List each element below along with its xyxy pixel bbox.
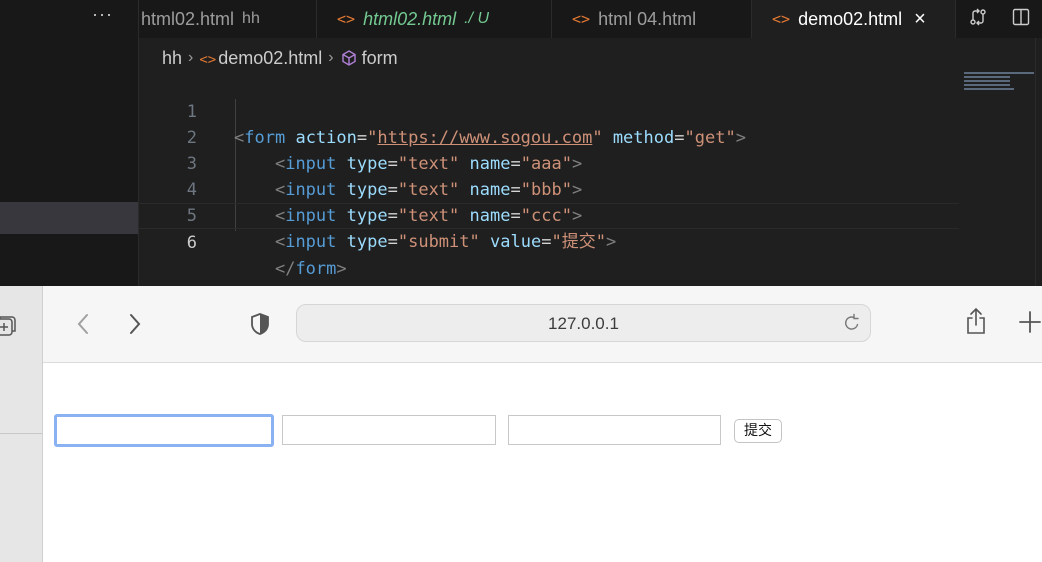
overview-ruler[interactable] [1035,38,1042,286]
code-line-current: 6 </form> [139,203,959,279]
html-file-icon: <> [772,10,791,28]
breadcrumb-file[interactable]: <> demo02.html [199,48,322,69]
code-line: 1 <form action="https://www.sogou.com" m… [139,73,959,148]
submit-button[interactable]: 提交 [734,419,782,443]
minimap[interactable] [964,72,1034,92]
editor-tab-bar: html02.html hh <> html02.html ./ U <> ht… [139,0,1042,38]
reload-icon[interactable] [842,313,862,338]
explorer-panel: ··· [0,0,139,286]
code-line: 4 <input type="text" name="ccc"> [139,151,959,226]
address-bar[interactable]: 127.0.0.1 [296,304,871,342]
code-area[interactable]: 1 <form action="https://www.sogou.com" m… [139,73,959,279]
tab-label: html02.html [363,8,457,29]
html-file-icon: <> [337,10,356,28]
code-line: 5 <input type="submit" value="提交"> [139,177,959,252]
tab-description: hh [242,10,260,27]
browser-sidebar [0,286,43,562]
html-file-icon: <> [199,51,217,68]
breadcrumb-separator-icon: › [188,49,194,66]
source-control-diff-icon[interactable] [968,7,988,32]
breadcrumb-folder[interactable]: hh [162,48,182,69]
code-line: 2 <input type="text" name="aaa"> [139,99,959,174]
new-tab-icon[interactable] [1018,310,1042,339]
tab-label: html 04.html [598,8,697,29]
share-icon[interactable] [964,306,988,341]
browser-window: 127.0.0.1 提交 [0,286,1042,562]
breadcrumb: hh › <> demo02.html › form [162,44,398,72]
tab-html02-modified[interactable]: <> html02.html ./ U [317,0,552,38]
bbb-input[interactable] [282,415,496,445]
code-line: 3 <input type="text" name="bbb"> [139,125,959,200]
tab-demo02-active[interactable]: <> demo02.html × [752,0,956,38]
code-editor-window: ··· html02.html hh <> html02.html ./ U <… [0,0,1042,286]
privacy-shield-icon[interactable] [249,312,271,341]
ccc-input[interactable] [508,415,721,445]
tab-description: ./ U [464,10,489,27]
tab-html02-hh[interactable]: html02.html hh [139,0,317,38]
tab-label: html02.html [141,8,235,29]
explorer-selected-row[interactable] [0,202,138,234]
code-text: <input type="submit" value="提交"> [274,232,617,252]
forward-button[interactable] [127,312,143,341]
browser-toolbar: 127.0.0.1 [43,286,1042,363]
tab-html04[interactable]: <> html 04.html [552,0,752,38]
close-tab-icon[interactable]: × [914,8,926,31]
breadcrumb-separator-icon: › [328,49,334,66]
back-button[interactable] [75,312,91,341]
tab-actions [956,0,1042,38]
line-number: 6 [186,233,197,253]
aaa-input[interactable] [54,414,274,447]
code-text: </form> [274,259,347,279]
more-actions-button[interactable]: ··· [92,4,113,25]
tab-group-add-icon[interactable] [0,314,16,343]
split-editor-icon[interactable] [1011,7,1031,32]
html-file-icon: <> [572,10,591,28]
tab-label: demo02.html [798,8,903,29]
address-text: 127.0.0.1 [548,314,619,333]
breadcrumb-symbol-label: form [361,47,398,68]
symbol-cube-icon [341,50,356,66]
breadcrumb-file-label: demo02.html [218,47,323,68]
breadcrumb-symbol[interactable]: form [340,48,398,69]
sidebar-divider [0,433,42,434]
web-page: 提交 [43,363,1042,562]
